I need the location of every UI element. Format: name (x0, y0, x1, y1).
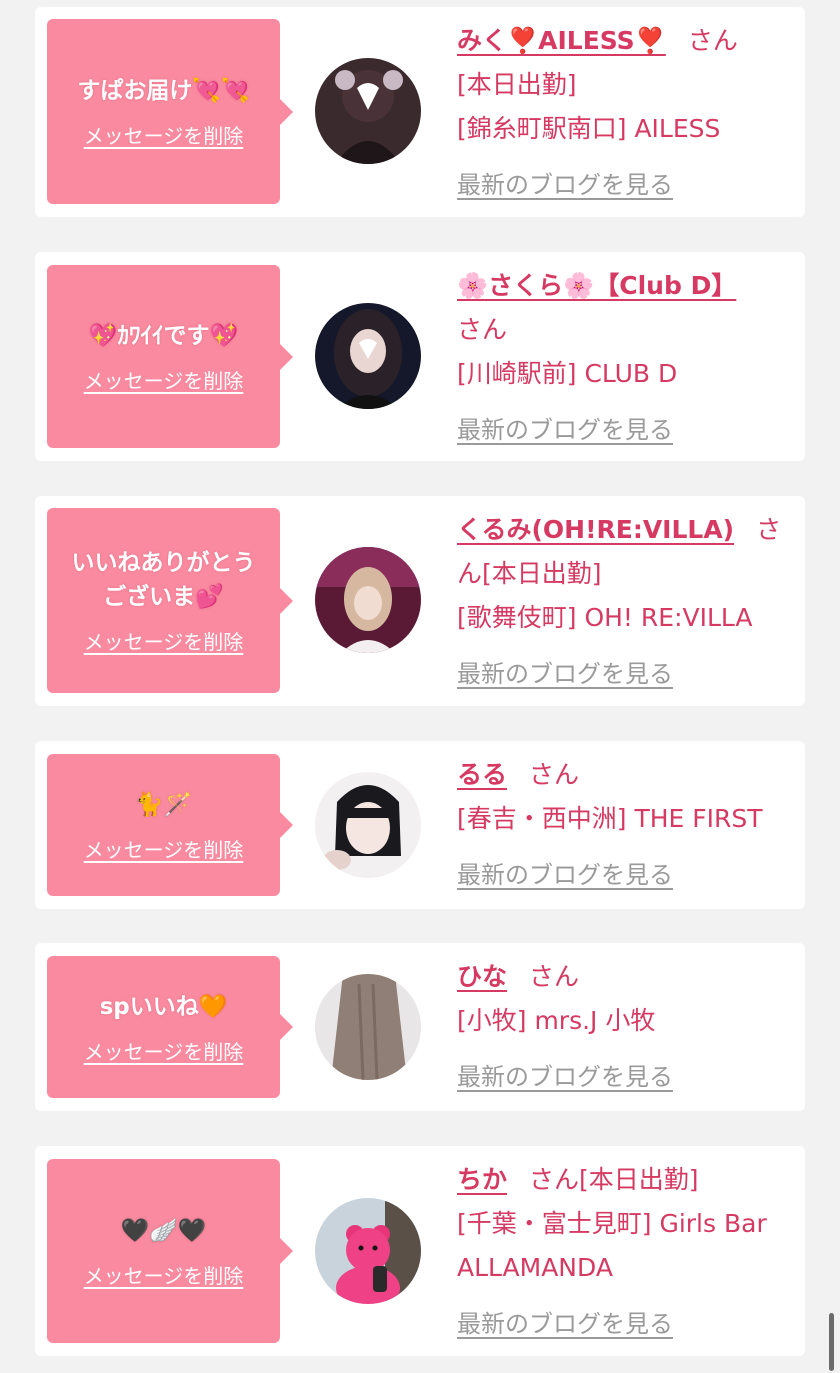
profile-info: くるみ(OH!RE:VILLA) さん[本日出勤] [歌舞伎町] OH! RE:V… (457, 508, 797, 696)
scrollbar[interactable] (829, 1313, 834, 1371)
profile-info: 🌸さくら🌸【Club D】 さん [川崎駅前] CLUB D 最新のブログを見る (457, 264, 797, 452)
work-status: [本日出勤] (482, 559, 602, 588)
work-status: [本日出勤] (579, 1165, 699, 1194)
girl-name-link[interactable]: ひな (457, 962, 507, 991)
girl-name-link[interactable]: くるみ(OH!RE:VILLA) (457, 515, 734, 544)
message-text: 💖ｶﾜｲｲです💖 (88, 323, 239, 349)
shop-name: [歌舞伎町] OH! RE:VILLA (457, 603, 753, 632)
shop-name: [春吉・西中洲] THE FIRST (457, 804, 763, 833)
message-bubble: すぱお届け💘💘 メッセージを削除 (47, 19, 293, 204)
avatar[interactable] (315, 547, 421, 653)
girl-name-link[interactable]: るる (457, 760, 507, 789)
profile-info: るる さん [春吉・西中洲] THE FIRST 最新のブログを見る (457, 753, 797, 897)
avatar[interactable] (315, 974, 421, 1080)
girl-name-link[interactable]: みく❣️AILESS❣️ (457, 26, 666, 55)
shop-name: [川崎駅前] CLUB D (457, 359, 678, 388)
message-text: 🖤🪽🖤 (120, 1217, 207, 1244)
work-status: [本日出勤] (457, 70, 577, 99)
message-bubble: 💖ｶﾜｲｲです💖 メッセージを削除 (47, 265, 293, 448)
latest-blog-link[interactable]: 最新のブログを見る (457, 1310, 673, 1338)
message-card: 💖ｶﾜｲｲです💖 メッセージを削除 🌸さくら🌸【Club D】 さん [川崎駅前… (35, 252, 805, 461)
message-text: いいねありがとうございま💕 (71, 550, 256, 610)
girl-name-link[interactable]: ちか (457, 1165, 507, 1194)
honorific: さん (529, 760, 580, 789)
message-text: 🐈🪄 (134, 791, 193, 818)
message-card: spいいね🧡 メッセージを削除 ひな さん [小牧] mrs.J 小牧 最新のブロ… (35, 943, 805, 1111)
message-card: すぱお届け💘💘 メッセージを削除 みく❣️AILESS❣️ さん [本日出勤] [… (35, 7, 805, 217)
avatar[interactable] (315, 1198, 421, 1304)
honorific: さん (457, 315, 508, 344)
latest-blog-link[interactable]: 最新のブログを見る (457, 861, 673, 889)
delete-message-link[interactable]: メッセージを削除 (84, 626, 244, 655)
honorific: さん (687, 26, 738, 55)
hair-photo-icon (315, 974, 421, 1080)
message-card: 🖤🪽🖤 メッセージを削除 ちか さん[本日出勤] [千葉・富士見町] Girls … (35, 1146, 805, 1356)
profile-info: ひな さん [小牧] mrs.J 小牧 最新のブログを見る (457, 955, 797, 1099)
girl-photo-icon (315, 58, 421, 164)
honorific: さん (529, 962, 580, 991)
shop-name: [千葉・富士見町] Girls Bar ALLAMANDA (457, 1209, 767, 1282)
teddy-bear-photo-icon (315, 1198, 421, 1304)
message-card: 🐈🪄 メッセージを削除 るる さん [春吉・西中洲] THE FIRST 最新のブ… (35, 741, 805, 909)
message-text: すぱお届け💘💘 (77, 78, 250, 104)
shop-name: [小牧] mrs.J 小牧 (457, 1006, 656, 1035)
message-card: いいねありがとうございま💕 メッセージを削除 くるみ(OH!RE:VILLA) さ… (35, 496, 805, 706)
delete-message-link[interactable]: メッセージを削除 (84, 1260, 244, 1289)
delete-message-link[interactable]: メッセージを削除 (84, 120, 244, 149)
avatar[interactable] (315, 58, 421, 164)
avatar[interactable] (315, 303, 421, 409)
girl-photo-icon (315, 547, 421, 653)
latest-blog-link[interactable]: 最新のブログを見る (457, 171, 673, 199)
message-bubble: 🐈🪄 メッセージを削除 (47, 754, 293, 896)
profile-info: ちか さん[本日出勤] [千葉・富士見町] Girls Bar ALLAMANDA… (457, 1158, 797, 1346)
shop-name: [錦糸町駅南口] AILESS (457, 114, 721, 143)
message-text: spいいね🧡 (99, 993, 228, 1020)
delete-message-link[interactable]: メッセージを削除 (84, 365, 244, 394)
latest-blog-link[interactable]: 最新のブログを見る (457, 660, 673, 688)
girl-photo-icon (315, 303, 421, 409)
delete-message-link[interactable]: メッセージを削除 (84, 1036, 244, 1065)
delete-message-link[interactable]: メッセージを削除 (84, 834, 244, 863)
girl-photo-icon (315, 772, 421, 878)
profile-info: みく❣️AILESS❣️ さん [本日出勤] [錦糸町駅南口] AILESS 最新… (457, 19, 797, 207)
avatar[interactable] (315, 772, 421, 878)
latest-blog-link[interactable]: 最新のブログを見る (457, 1063, 673, 1091)
girl-name-link[interactable]: 🌸さくら🌸【Club D】 (457, 271, 736, 300)
message-bubble: いいねありがとうございま💕 メッセージを削除 (47, 508, 293, 693)
honorific: さん (529, 1165, 580, 1194)
message-bubble: 🖤🪽🖤 メッセージを削除 (47, 1159, 293, 1343)
latest-blog-link[interactable]: 最新のブログを見る (457, 416, 673, 444)
message-bubble: spいいね🧡 メッセージを削除 (47, 956, 293, 1098)
